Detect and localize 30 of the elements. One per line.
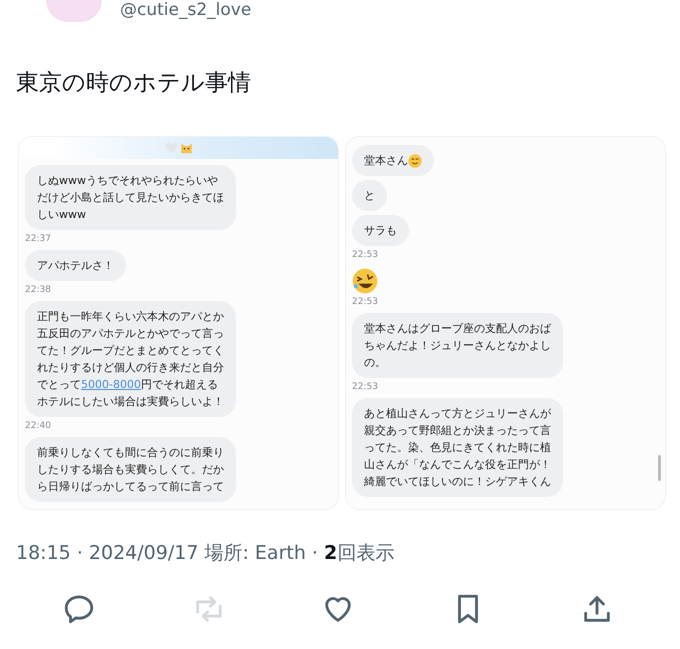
scrollbar[interactable] <box>658 455 661 481</box>
chat-bubble: と <box>352 180 387 211</box>
post-date: 2024/09/17 <box>88 542 198 564</box>
tweet-text: 東京の時のホテル事情 <box>16 69 252 98</box>
message-time: 22:37 <box>25 234 51 245</box>
chat-bubble: 堂本さんはグローブ座の支配人のおば ちゃんだよ！ジュリーさんとなかよし の。 <box>352 313 563 378</box>
chat-screenshot[interactable] <box>18 136 339 510</box>
view-count: 2 <box>324 542 338 564</box>
views-label: 回表示 <box>337 542 394 564</box>
cat-icon <box>180 142 192 154</box>
laughing-emoji-icon <box>352 268 378 294</box>
location-label: 場所: <box>204 542 249 564</box>
chat-bubble: あと植山さんって方とジュリーさんが 親交あって野郎組とか決まったって言 ってた。染、色見にきてくれた時に植 山さんが「なんでこんな役を正門が！ 綺麗でいてほしいのに！シゲアキくん <box>352 398 563 497</box>
chat-bubble: サラも <box>352 215 409 246</box>
user-handle[interactable]: @cutie_s2_love <box>120 0 252 20</box>
location: Earth <box>254 542 306 564</box>
message-time: 22:40 <box>25 421 51 432</box>
chat-bubble: 堂本さん <box>352 145 434 176</box>
message-time: 22:53 <box>352 382 378 393</box>
chat-bubble: 正門も一昨年くらい六本木のアパとか 五反田のアパホテルとかやでって言っ てた！グループだとまとめてとってく れたりするけど個人の行き来だと自分 でとって5000-8000円でそれ超える ホテルにしたい場合は実費らしいよ！ <box>25 301 236 417</box>
chat-bubble: 前乗りしなくても間に合うのに前乗り したりする場合も実費らしくて。だか ら日帰りばっかしてるって前に言って <box>25 437 236 502</box>
message-time: 22:53 <box>352 297 378 308</box>
chat-screenshot[interactable]: 堂本さん と サラも 22:53 22:53 堂本さんはグローブ座の支配人のおば ちゃんだよ！ジュリーさんとなかよし の。 22:53 あと植山さんって方とジュリーさんが 親交あって野郎組とか決まったって言 ってた。染、色見にきてくれた時に植 山さんが「なんでこんな役を正門が！ 綺麗でいてほしいのに！シゲアキくん <box>345 136 666 510</box>
chat-bubble: アパホテルさ！ <box>25 250 126 281</box>
separator-dot: · <box>76 542 83 564</box>
chat-bubble: しぬwwwうちでそれやられたらいや だけど小島と話して見たいからきてほ しいwww <box>25 165 236 230</box>
separator-dot: · <box>312 542 318 564</box>
post-time: 18:15 <box>16 542 71 564</box>
message-time: 22:53 <box>352 250 378 261</box>
message-time: 22:38 <box>25 285 51 296</box>
